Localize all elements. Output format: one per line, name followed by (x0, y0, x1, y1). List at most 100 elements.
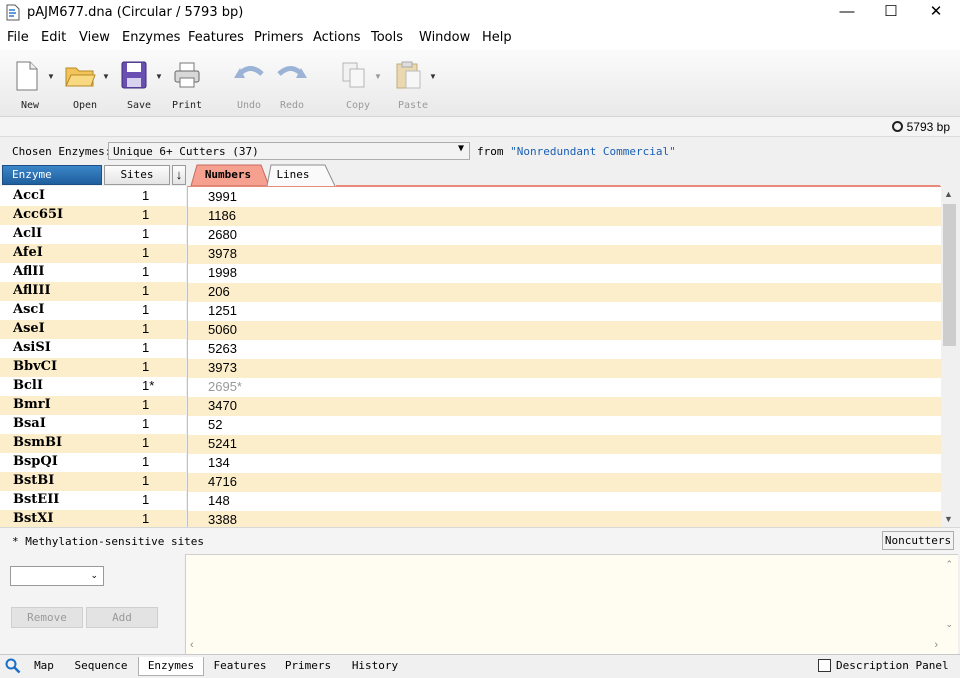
table-row[interactable]: BspQI 1 (0, 453, 186, 472)
close-button[interactable]: ✕ (913, 0, 959, 26)
site-position: 52 (208, 417, 223, 432)
tab-lines[interactable]: Lines (270, 165, 316, 186)
print-button[interactable]: Print (166, 58, 208, 114)
new-button[interactable]: New (10, 58, 50, 114)
table-row[interactable]: AfeI 1 (0, 244, 186, 263)
table-row[interactable]: BstBI 1 (0, 472, 186, 491)
menu-window[interactable]: Window (419, 30, 470, 45)
scroll-right-icon[interactable]: › (934, 639, 938, 651)
enzyme-column-header[interactable]: Enzyme (2, 165, 102, 185)
open-dropdown-icon[interactable]: ▼ (102, 72, 110, 81)
vertical-scrollbar[interactable]: ▲ ▼ (941, 186, 958, 527)
menu-features[interactable]: Features (188, 30, 244, 45)
table-row[interactable]: 5241 (188, 435, 941, 454)
save-dropdown-icon[interactable]: ▼ (155, 72, 163, 81)
description-area[interactable]: ⌃ ⌄ ‹ › (185, 554, 958, 654)
search-icon[interactable] (5, 658, 21, 674)
menu-view[interactable]: View (79, 30, 110, 45)
scroll-down-icon[interactable]: ▼ (944, 514, 953, 524)
enzyme-source-link[interactable]: "Nonredundant Commercial" (510, 145, 676, 158)
tab-enzymes[interactable]: Enzymes (138, 657, 204, 676)
tab-features[interactable]: Features (206, 657, 274, 676)
menu-edit[interactable]: Edit (41, 30, 66, 45)
menu-help[interactable]: Help (482, 30, 512, 45)
table-row[interactable]: AscI 1 (0, 301, 186, 320)
scroll-down-icon[interactable]: ⌄ (945, 619, 953, 630)
chosen-enzymes-select[interactable]: Unique 6+ Cutters (37) ▼ (108, 142, 470, 160)
positions-list[interactable]: 3991 1186 2680 3978 1998 206 1251 5060 5263 3973 2… (187, 186, 941, 527)
table-row[interactable]: BsaI 1 (0, 415, 186, 434)
menu-bar: File Edit View Enzymes Features Primers … (0, 26, 960, 50)
menu-actions[interactable]: Actions (313, 30, 361, 45)
paste-button[interactable]: Paste (392, 58, 434, 114)
table-row[interactable]: BclI 1* (0, 377, 186, 396)
noncutters-button[interactable]: Noncutters (882, 531, 954, 550)
table-row[interactable]: 3388 (188, 511, 941, 527)
table-row[interactable]: AseI 1 (0, 320, 186, 339)
table-row[interactable]: 3991 (188, 188, 941, 207)
sites-column-header[interactable]: Sites (104, 165, 170, 185)
table-row[interactable]: BsmBI 1 (0, 434, 186, 453)
tab-sequence[interactable]: Sequence (66, 657, 136, 676)
table-row[interactable]: 1998 (188, 264, 941, 283)
minimize-button[interactable]: — (824, 0, 870, 26)
new-dropdown-icon[interactable]: ▼ (47, 72, 55, 81)
table-row[interactable]: 3973 (188, 359, 941, 378)
table-row[interactable]: 5263 (188, 340, 941, 359)
table-row[interactable]: 3470 (188, 397, 941, 416)
table-row[interactable]: 1186 (188, 207, 941, 226)
table-row[interactable]: 3978 (188, 245, 941, 264)
copy-button[interactable]: Copy (338, 58, 378, 114)
menu-enzymes[interactable]: Enzymes (122, 30, 180, 45)
table-row[interactable]: 52 (188, 416, 941, 435)
description-panel-checkbox[interactable] (818, 659, 831, 672)
scroll-up-icon[interactable]: ▲ (944, 189, 953, 199)
table-row[interactable]: Acc65I 1 (0, 206, 186, 225)
table-row[interactable]: 2680 (188, 226, 941, 245)
site-position: 1998 (208, 265, 237, 280)
paste-dropdown-icon[interactable]: ▼ (429, 72, 437, 81)
undo-button[interactable]: Undo (229, 58, 269, 114)
table-row[interactable]: 148 (188, 492, 941, 511)
table-row[interactable]: BstEII 1 (0, 491, 186, 510)
enzyme-list[interactable]: AccI 1 Acc65I 1 AclI 1 AfeI 1 AflII 1 AflIII 1 AscI 1… (0, 186, 186, 527)
table-row[interactable]: AclI 1 (0, 225, 186, 244)
scroll-up-icon[interactable]: ⌃ (945, 559, 953, 570)
enzyme-select[interactable]: ⌄ (10, 566, 104, 586)
copy-dropdown-icon[interactable]: ▼ (374, 72, 382, 81)
scrollbar-thumb[interactable] (943, 204, 956, 346)
table-row[interactable]: 1251 (188, 302, 941, 321)
save-button[interactable]: Save (117, 58, 161, 114)
methylation-note: * Methylation-sensitive sites (12, 535, 205, 548)
maximize-button[interactable]: ☐ (868, 0, 914, 26)
tab-map[interactable]: Map (26, 657, 62, 676)
menu-file[interactable]: File (7, 30, 29, 45)
title-bar: pAJM677.dna (Circular / 5793 bp) — ☐ ✕ (0, 0, 960, 26)
table-row[interactable]: 5060 (188, 321, 941, 340)
tab-numbers[interactable]: Numbers (199, 165, 257, 186)
scroll-left-icon[interactable]: ‹ (190, 639, 194, 651)
undo-label: Undo (236, 100, 262, 111)
tab-primers[interactable]: Primers (276, 657, 340, 676)
table-row[interactable]: AflII 1 (0, 263, 186, 282)
sort-arrow-icon[interactable]: ↓ (172, 165, 186, 185)
table-row[interactable]: BmrI 1 (0, 396, 186, 415)
table-row[interactable]: 134 (188, 454, 941, 473)
table-row[interactable]: 206 (188, 283, 941, 302)
menu-tools[interactable]: Tools (371, 30, 403, 45)
table-row[interactable]: 4716 (188, 473, 941, 492)
redo-button[interactable]: Redo (272, 58, 312, 114)
table-row[interactable]: AsiSI 1 (0, 339, 186, 358)
table-row[interactable]: AccI 1 (0, 187, 186, 206)
menu-primers[interactable]: Primers (254, 30, 303, 45)
sequence-length-bar: 5793 bp (0, 117, 960, 137)
remove-button[interactable]: Remove (11, 607, 83, 628)
tab-history[interactable]: History (342, 657, 408, 676)
add-button[interactable]: Add (86, 607, 158, 628)
open-button[interactable]: Open (62, 58, 108, 114)
table-row[interactable]: 2695* (188, 378, 941, 397)
chosen-enzymes-value: Unique 6+ Cutters (37) (113, 145, 259, 158)
table-row[interactable]: AflIII 1 (0, 282, 186, 301)
table-row[interactable]: BbvCI 1 (0, 358, 186, 377)
table-row[interactable]: BstXI 1 (0, 510, 186, 527)
